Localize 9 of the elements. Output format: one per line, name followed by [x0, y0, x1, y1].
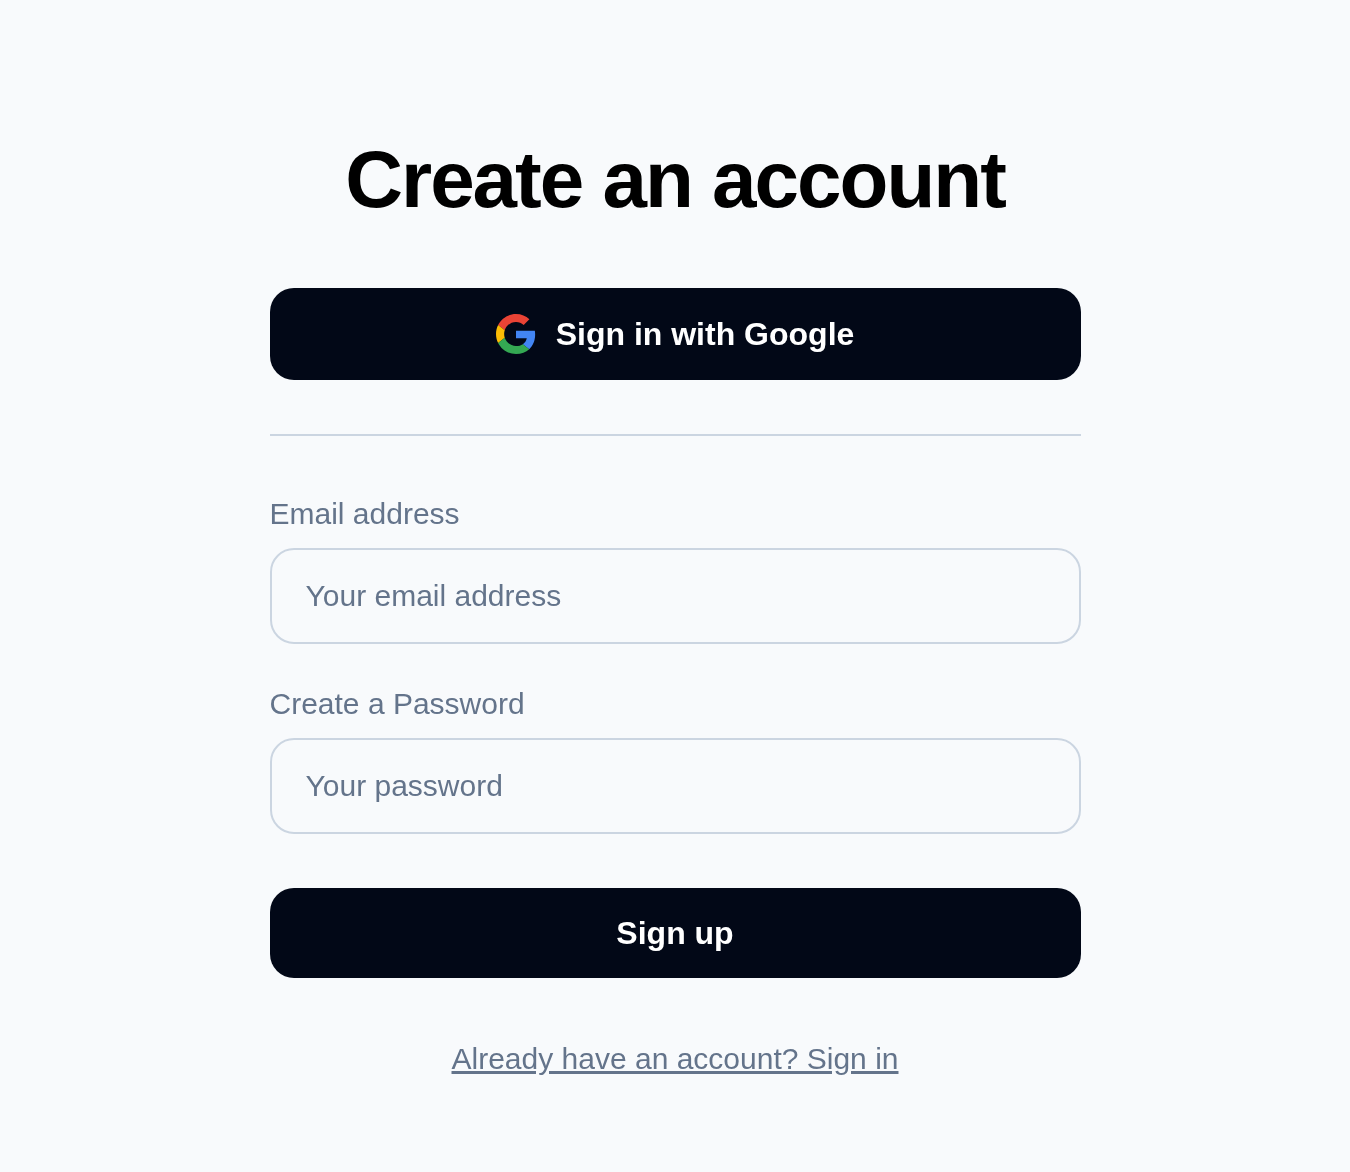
sign-in-link[interactable]: Already have an account? Sign in: [451, 1036, 899, 1081]
page-title: Create an account: [344, 134, 1007, 226]
input-field[interactable]: Your email address: [269, 548, 1081, 644]
sign-up-button[interactable]: Sign up: [269, 888, 1081, 978]
google-sign-in-button[interactable]: Sign in with Google: [269, 288, 1081, 380]
google-logo-icon: [495, 314, 536, 354]
field-label: Create a Password: [269, 686, 526, 722]
input-field[interactable]: Your password: [269, 738, 1081, 834]
field-label: Email address: [269, 496, 461, 532]
